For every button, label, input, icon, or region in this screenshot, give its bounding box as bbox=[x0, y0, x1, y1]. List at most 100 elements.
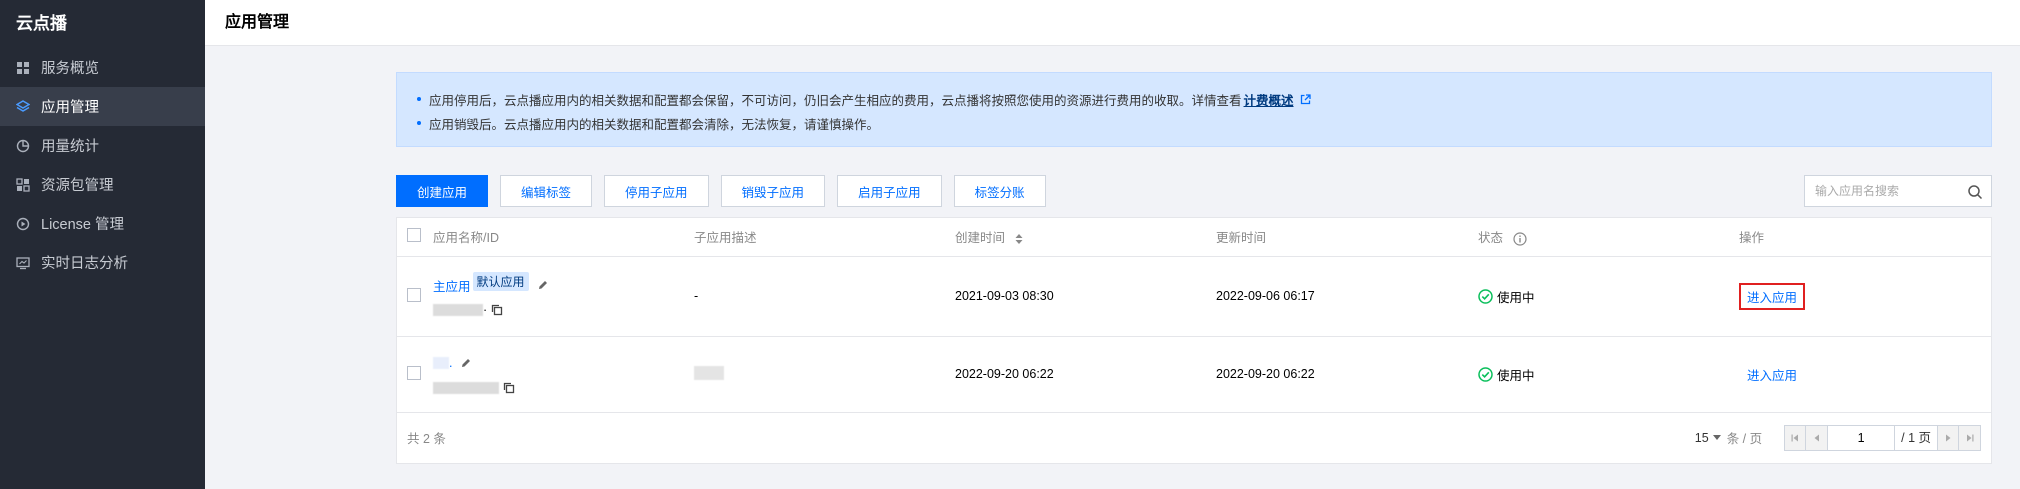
notice-line-1: 应用停用后，云点播应用内的相关数据和配置都会保留，不可访问，仍旧会产生相应的费用… bbox=[417, 87, 1991, 111]
search-box bbox=[1804, 175, 1992, 207]
sidebar-item-label: 实时日志分析 bbox=[41, 256, 128, 272]
copy-icon[interactable] bbox=[503, 382, 515, 394]
app-id-redacted bbox=[433, 304, 483, 316]
info-icon[interactable] bbox=[1512, 232, 1527, 246]
page-total: / 1 页 bbox=[1894, 424, 1937, 451]
table-row: 主应用 默认应用 · - 2021-09-03 08:30 2022-09-06… bbox=[397, 256, 1991, 337]
sidebar-item-overview[interactable]: 服务概览 bbox=[0, 48, 205, 87]
sort-icon[interactable] bbox=[1015, 233, 1023, 244]
main-content: 应用停用后，云点播应用内的相关数据和配置都会保留，不可访问，仍旧会产生相应的费用… bbox=[396, 72, 1992, 464]
enable-sub-app-button[interactable]: 启用子应用 bbox=[837, 175, 942, 207]
license-play-icon bbox=[16, 217, 30, 231]
notice-banner: 应用停用后，云点播应用内的相关数据和配置都会保留，不可访问，仍旧会产生相应的费用… bbox=[396, 72, 1992, 147]
pie-chart-icon bbox=[16, 139, 30, 153]
select-all-checkbox[interactable] bbox=[407, 228, 421, 243]
sidebar-item-label: 用量统计 bbox=[41, 139, 99, 155]
sidebar-item-label: 应用管理 bbox=[41, 100, 99, 116]
page-header: 应用管理 bbox=[205, 0, 2020, 46]
sidebar-item-label: License 管理 bbox=[41, 217, 125, 233]
page-number-input[interactable] bbox=[1828, 424, 1895, 451]
prev-page-icon bbox=[1814, 434, 1819, 441]
first-page-icon bbox=[1791, 434, 1799, 441]
monitor-icon bbox=[16, 256, 30, 270]
billing-overview-link[interactable]: 计费概述 bbox=[1244, 90, 1294, 109]
page-title: 应用管理 bbox=[225, 14, 290, 31]
highlight-box: 进入应用 bbox=[1739, 282, 1806, 310]
search-input[interactable] bbox=[1805, 176, 1955, 206]
next-page-button[interactable] bbox=[1937, 424, 1959, 451]
sidebar-item-packages[interactable]: 资源包管理 bbox=[0, 165, 205, 204]
enter-app-link[interactable]: 进入应用 bbox=[1739, 369, 1797, 383]
app-name-cell: . bbox=[433, 336, 694, 413]
col-header-desc: 子应用描述 bbox=[694, 218, 955, 257]
sub-app-desc bbox=[694, 336, 955, 413]
next-page-icon bbox=[1946, 434, 1951, 441]
sub-app-desc-redacted bbox=[694, 365, 724, 380]
col-header-created-label: 创建时间 bbox=[955, 231, 1006, 246]
search-icon[interactable] bbox=[1967, 184, 1983, 200]
destroy-sub-app-button[interactable]: 销毁子应用 bbox=[720, 175, 826, 207]
app-name-link[interactable]: . bbox=[449, 356, 452, 370]
create-app-button[interactable]: 创建应用 bbox=[396, 175, 489, 207]
sidebar-nav: 服务概览 应用管理 用量统计 资源包管理 License 管理 实时日志分析 bbox=[0, 48, 205, 282]
check-circle-icon bbox=[1478, 366, 1493, 382]
bullet-dot-icon bbox=[417, 97, 421, 101]
bullet-dot-icon bbox=[417, 121, 421, 125]
sidebar-item-license[interactable]: License 管理 bbox=[0, 204, 205, 243]
last-page-icon bbox=[1966, 434, 1973, 441]
col-header-status-label: 状态 bbox=[1478, 231, 1504, 246]
brand-title: 云点播 bbox=[16, 14, 67, 33]
app-id-suffix: · bbox=[483, 303, 488, 317]
copy-icon[interactable] bbox=[491, 304, 503, 316]
edit-tags-button[interactable]: 编辑标签 bbox=[500, 175, 593, 207]
edit-pencil-icon[interactable] bbox=[460, 357, 472, 369]
first-page-button[interactable] bbox=[1784, 424, 1807, 451]
sidebar-item-usage[interactable]: 用量统计 bbox=[0, 126, 205, 165]
grid-icon bbox=[16, 61, 30, 75]
status-cell: 使用中 bbox=[1478, 365, 1739, 384]
app-table: 应用名称/ID 子应用描述 创建时间 更新时间 状态 操作 主应用 默认应用 ·… bbox=[396, 217, 1992, 464]
sidebar-item-label: 服务概览 bbox=[41, 61, 99, 77]
pagination: 15 条 / 页 / 1 页 bbox=[1695, 424, 1981, 451]
disable-sub-app-button[interactable]: 停用子应用 bbox=[604, 175, 709, 207]
table-header-row: 应用名称/ID 子应用描述 创建时间 更新时间 状态 操作 bbox=[397, 218, 1991, 257]
app-name-cell: 主应用 默认应用 · bbox=[433, 256, 694, 337]
status-text: 使用中 bbox=[1497, 290, 1535, 305]
sidebar-item-realtime-logs[interactable]: 实时日志分析 bbox=[0, 243, 205, 282]
app-name-link[interactable]: 主应用 bbox=[433, 276, 471, 295]
total-count: 共 2 条 bbox=[407, 432, 446, 446]
notice-text: 应用销毁后。云点播应用内的相关数据和配置都会清除，无法恢复，请谨慎操作。 bbox=[429, 117, 880, 132]
row-checkbox[interactable] bbox=[407, 287, 421, 302]
external-link-icon[interactable] bbox=[1300, 93, 1311, 105]
caret-down-icon bbox=[1712, 434, 1721, 440]
col-header-action: 操作 bbox=[1739, 218, 1991, 257]
notice-line-2: 应用销毁后。云点播应用内的相关数据和配置都会清除，无法恢复，请谨慎操作。 bbox=[417, 111, 1991, 135]
sidebar: 云点播 服务概览 应用管理 用量统计 资源包管理 License 管理 实时日志… bbox=[0, 0, 205, 489]
sub-app-desc: - bbox=[694, 256, 955, 337]
page-size-select[interactable]: 15 条 / 页 bbox=[1695, 428, 1762, 447]
toolbar: 创建应用 编辑标签 停用子应用 销毁子应用 启用子应用 标签分账 bbox=[396, 175, 1992, 207]
page-size-value: 15 bbox=[1694, 430, 1709, 445]
col-header-status: 状态 bbox=[1478, 218, 1739, 257]
row-checkbox[interactable] bbox=[407, 365, 421, 380]
default-app-tag: 默认应用 bbox=[472, 271, 529, 291]
col-header-created[interactable]: 创建时间 bbox=[955, 218, 1216, 257]
updated-time: 2022-09-06 06:17 bbox=[1216, 256, 1478, 337]
col-header-updated: 更新时间 bbox=[1216, 218, 1478, 257]
status-cell: 使用中 bbox=[1478, 287, 1739, 306]
table-row: . 2022-09-20 06:22 2022-09-20 06:22 使用中 … bbox=[397, 336, 1991, 413]
enter-app-link[interactable]: 进入应用 bbox=[1747, 291, 1797, 305]
last-page-button[interactable] bbox=[1959, 424, 1981, 451]
col-header-name: 应用名称/ID bbox=[433, 218, 694, 257]
edit-pencil-icon[interactable] bbox=[537, 279, 549, 291]
app-name-redacted bbox=[433, 357, 449, 369]
check-circle-icon bbox=[1478, 288, 1493, 304]
tag-billing-button[interactable]: 标签分账 bbox=[953, 175, 1046, 207]
updated-time: 2022-09-20 06:22 bbox=[1216, 336, 1478, 413]
package-grid-icon bbox=[16, 177, 30, 192]
prev-page-button[interactable] bbox=[1806, 424, 1829, 451]
created-time: 2022-09-20 06:22 bbox=[955, 336, 1216, 413]
sidebar-item-app-management[interactable]: 应用管理 bbox=[0, 87, 205, 126]
table-footer: 共 2 条 15 条 / 页 / 1 页 bbox=[397, 413, 1991, 463]
status-text: 使用中 bbox=[1497, 368, 1535, 383]
